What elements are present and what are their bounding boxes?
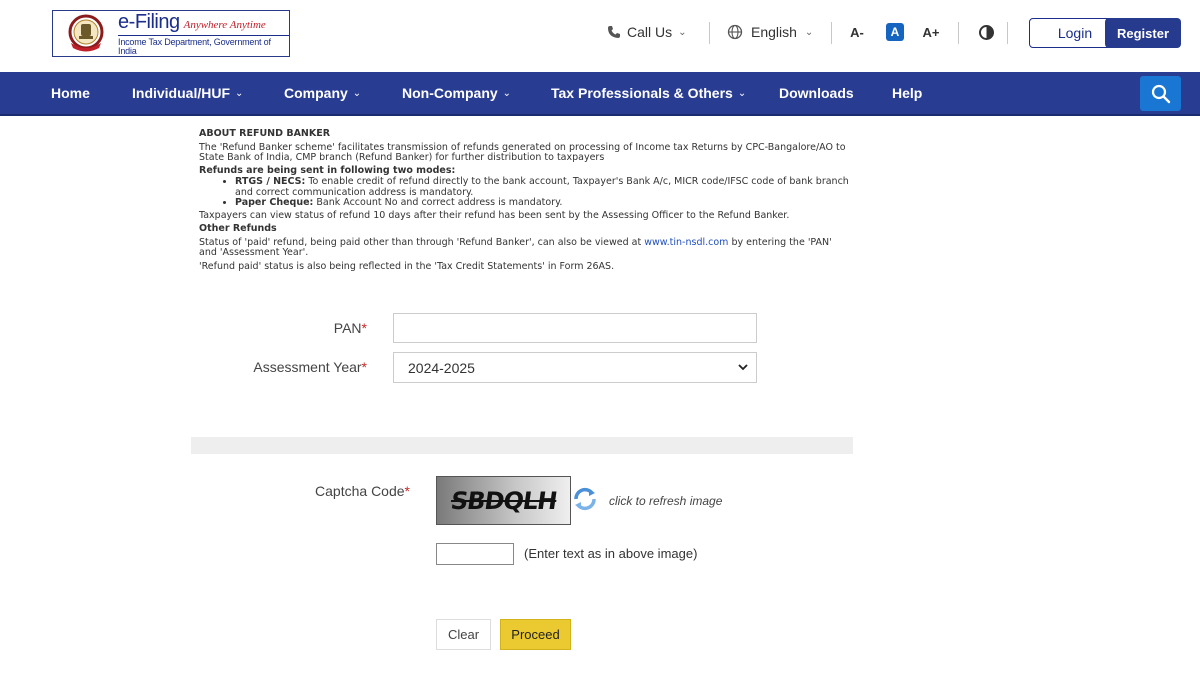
info-intro: The 'Refund Banker scheme' facilitates t… — [199, 141, 846, 163]
form26as-note: 'Refund paid' status is also being refle… — [199, 260, 615, 272]
logo-title: e-Filing — [118, 10, 180, 33]
logo-tagline: Anywhere Anytime — [183, 18, 266, 31]
required-mark: * — [361, 320, 367, 336]
divider — [831, 22, 832, 44]
nav-label: Tax Professionals & Others — [551, 85, 733, 101]
chevron-down-icon: ⌄ — [502, 87, 512, 99]
other-refunds-text: Status of 'paid' refund, being paid othe… — [199, 236, 849, 259]
phone-icon — [608, 26, 620, 38]
modes-list: RTGS / NECS: To enable credit of refund … — [235, 176, 849, 209]
mode1-title: RTGS / NECS: — [235, 176, 306, 187]
section-divider — [191, 437, 853, 454]
tin-nsdl-link[interactable]: www.tin-nsdl.com — [644, 237, 728, 248]
refresh-icon[interactable] — [572, 486, 598, 512]
ay-label-text: Assessment Year — [253, 359, 362, 375]
normal-font-button[interactable]: A — [885, 22, 905, 42]
nav-label: Downloads — [779, 85, 854, 101]
normal-font-icon: A — [886, 23, 904, 41]
logo-subtitle: Income Tax Department, Government of Ind… — [118, 34, 289, 56]
required-mark: * — [404, 483, 410, 499]
call-us-dropdown[interactable]: Call Us ⌄ — [607, 20, 687, 44]
captcha-hint: (Enter text as in above image) — [524, 546, 698, 561]
captcha-input[interactable] — [436, 543, 514, 565]
nav-tax-professionals[interactable]: Tax Professionals & Others ⌄ — [551, 72, 746, 114]
decrease-font-button[interactable]: A- — [847, 22, 867, 42]
national-emblem-icon — [53, 11, 118, 56]
chevron-down-icon: ⌄ — [678, 26, 687, 38]
chevron-down-icon: ⌄ — [737, 87, 747, 99]
info-heading: ABOUT REFUND BANKER — [199, 128, 331, 139]
efiling-logo[interactable]: e-Filing Anywhere Anytime Income Tax Dep… — [52, 10, 290, 57]
search-button[interactable] — [1140, 76, 1181, 111]
required-mark: * — [361, 359, 367, 375]
language-dropdown[interactable]: English ⌄ — [727, 20, 813, 44]
chevron-down-icon: ⌄ — [352, 87, 362, 99]
captcha-image: SBDQLH — [436, 476, 571, 525]
captcha-label: Captcha Code* — [300, 483, 410, 499]
main-nav: Home Individual/HUF ⌄ Company ⌄ Non-Comp… — [0, 72, 1200, 116]
nav-non-company[interactable]: Non-Company ⌄ — [402, 72, 511, 114]
status-note: Taxpayers can view status of refund 10 d… — [199, 209, 790, 221]
other-text-before: Status of 'paid' refund, being paid othe… — [199, 236, 642, 248]
refund-banker-info: ABOUT REFUND BANKER The 'Refund Banker s… — [199, 128, 849, 274]
mode2-title: Paper Cheque: — [235, 197, 314, 208]
site-header: e-Filing Anywhere Anytime Income Tax Dep… — [0, 0, 1200, 72]
globe-icon — [727, 24, 743, 40]
refresh-hint: click to refresh image — [609, 494, 723, 508]
decrease-font-icon: A- — [850, 24, 864, 40]
assessment-year-select[interactable]: 2024-2025 — [393, 352, 757, 383]
captcha-label-text: Captcha Code — [315, 483, 405, 499]
ay-selected-value: 2024-2025 — [408, 359, 475, 376]
proceed-button[interactable]: Proceed — [500, 619, 571, 650]
call-us-label: Call Us — [627, 24, 673, 40]
mode2-text: Bank Account No and correct address is m… — [316, 197, 563, 208]
nav-downloads[interactable]: Downloads — [779, 72, 854, 114]
increase-font-button[interactable]: A+ — [921, 22, 941, 42]
chevron-down-icon: ⌄ — [804, 26, 814, 38]
divider — [1007, 22, 1008, 44]
nav-label: Individual/HUF — [132, 85, 230, 101]
nav-individual-huf[interactable]: Individual/HUF ⌄ — [132, 72, 243, 114]
nav-label: Non-Company — [402, 85, 498, 101]
chevron-down-icon: ⌄ — [235, 87, 244, 99]
nav-home[interactable]: Home — [51, 72, 90, 114]
assessment-year-label: Assessment Year* — [230, 359, 367, 375]
nav-label: Help — [892, 85, 923, 101]
pan-label-text: PAN — [333, 320, 362, 336]
clear-button[interactable]: Clear — [436, 619, 491, 650]
modes-heading: Refunds are being sent in following two … — [199, 164, 456, 176]
pan-input[interactable] — [393, 313, 757, 343]
language-label: English — [751, 24, 797, 40]
pan-label: PAN* — [300, 320, 367, 336]
increase-font-icon: A+ — [922, 24, 940, 40]
nav-label: Home — [51, 85, 90, 101]
list-item: RTGS / NECS: To enable credit of refund … — [235, 176, 849, 198]
divider — [958, 22, 959, 44]
other-refunds-heading: Other Refunds — [199, 223, 277, 234]
chevron-down-icon — [738, 364, 748, 371]
captcha-image-text: SBDQLH — [448, 486, 559, 515]
contrast-toggle-icon[interactable] — [979, 25, 994, 40]
nav-label: Company — [284, 85, 348, 101]
list-item: Paper Cheque: Bank Account No and correc… — [235, 197, 849, 209]
mode1-text: To enable credit of refund directly to t… — [235, 176, 849, 198]
nav-help[interactable]: Help — [892, 72, 922, 114]
nav-company[interactable]: Company ⌄ — [284, 72, 361, 114]
divider — [709, 22, 710, 44]
search-icon — [1151, 84, 1170, 103]
register-button[interactable]: Register — [1105, 18, 1181, 48]
